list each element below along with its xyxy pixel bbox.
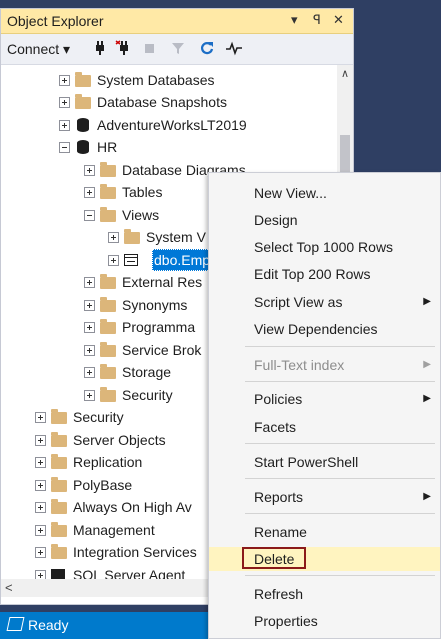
connect-button[interactable]: Connect ▾	[7, 41, 70, 58]
expand-icon[interactable]	[84, 390, 95, 401]
dropdown-icon[interactable]: ▾	[291, 12, 298, 28]
menu-item-new-view[interactable]: New View...	[209, 181, 440, 205]
context-menu: New View... Design Select Top 1000 Rows …	[208, 172, 441, 639]
stop-icon	[145, 44, 154, 53]
expand-icon[interactable]	[35, 435, 46, 446]
folder-icon	[51, 477, 67, 493]
explorer-toolbar: Connect ▾	[1, 34, 353, 65]
expand-icon[interactable]	[35, 547, 46, 558]
disconnect-icon[interactable]	[115, 40, 133, 56]
folder-icon	[51, 544, 67, 560]
expand-icon[interactable]	[108, 232, 119, 243]
submenu-arrow-icon: ▶	[423, 491, 431, 502]
menu-item-edit-top-200[interactable]: Edit Top 200 Rows	[209, 262, 440, 286]
folder-icon	[51, 499, 67, 515]
collapse-icon[interactable]	[84, 210, 95, 221]
expand-icon[interactable]	[35, 525, 46, 536]
folder-icon	[51, 522, 67, 538]
folder-icon	[100, 297, 116, 313]
expand-icon[interactable]	[84, 345, 95, 356]
expand-icon[interactable]	[59, 75, 70, 86]
submenu-arrow-icon: ▶	[423, 296, 431, 307]
menu-item-rename[interactable]: Rename	[209, 520, 440, 544]
folder-icon	[100, 319, 116, 335]
plug-icon[interactable]	[93, 40, 107, 56]
menu-separator	[245, 575, 435, 576]
close-icon[interactable]: ✕	[333, 12, 344, 28]
expand-icon[interactable]	[35, 570, 46, 579]
folder-icon	[100, 184, 116, 200]
expand-icon[interactable]	[59, 120, 70, 131]
submenu-arrow-icon: ▶	[423, 359, 431, 370]
menu-item-view-dependencies[interactable]: View Dependencies	[209, 317, 440, 341]
menu-item-policies[interactable]: Policies ▶	[209, 387, 440, 411]
folder-icon	[100, 342, 116, 358]
submenu-arrow-icon: ▶	[423, 393, 431, 404]
window-icon	[6, 617, 25, 631]
filter-icon	[172, 43, 184, 54]
folder-icon	[51, 432, 67, 448]
menu-item-script-view-as[interactable]: Script View as ▶	[209, 290, 440, 314]
folder-icon	[100, 387, 116, 403]
expand-icon[interactable]	[35, 412, 46, 423]
menu-item-select-top-1000[interactable]: Select Top 1000 Rows	[209, 235, 440, 259]
menu-item-facets[interactable]: Facets	[209, 415, 440, 439]
panel-title: Object Explorer	[7, 13, 104, 29]
status-text: Ready	[28, 617, 69, 633]
scroll-left-icon[interactable]: <	[5, 580, 13, 595]
menu-item-reports[interactable]: Reports ▶	[209, 485, 440, 509]
menu-item-properties[interactable]: Properties	[209, 609, 440, 633]
agent-icon	[51, 567, 67, 579]
menu-separator	[245, 381, 435, 382]
folder-icon	[75, 94, 91, 110]
expand-icon[interactable]	[35, 480, 46, 491]
expand-icon[interactable]	[35, 502, 46, 513]
expand-icon[interactable]	[84, 367, 95, 378]
scroll-up-icon[interactable]: ∧	[341, 67, 349, 80]
menu-separator	[245, 478, 435, 479]
database-icon	[75, 117, 91, 133]
refresh-icon[interactable]	[199, 40, 215, 56]
folder-icon	[100, 162, 116, 178]
folder-icon	[100, 274, 116, 290]
menu-item-start-powershell[interactable]: Start PowerShell	[209, 450, 440, 474]
activity-icon[interactable]	[225, 40, 243, 56]
collapse-icon[interactable]	[59, 142, 70, 153]
expand-icon[interactable]	[59, 97, 70, 108]
expand-icon[interactable]	[84, 187, 95, 198]
expand-icon[interactable]	[84, 322, 95, 333]
expand-icon[interactable]	[84, 277, 95, 288]
pin-icon[interactable]: ꟼ	[313, 12, 321, 28]
expand-icon[interactable]	[84, 165, 95, 176]
folder-icon	[75, 72, 91, 88]
panel-title-bar: Object Explorer ▾ ꟼ ✕	[1, 9, 353, 34]
folder-icon	[100, 207, 116, 223]
menu-item-full-text-index: Full-Text index ▶	[209, 353, 440, 377]
database-icon	[75, 139, 91, 155]
folder-icon	[51, 409, 67, 425]
menu-item-delete[interactable]: Delete	[209, 547, 440, 571]
menu-separator	[245, 513, 435, 514]
folder-icon	[124, 229, 140, 245]
menu-item-design[interactable]: Design	[209, 208, 440, 232]
view-icon	[124, 252, 140, 268]
expand-icon[interactable]	[108, 255, 119, 266]
folder-icon	[51, 454, 67, 470]
expand-icon[interactable]	[35, 457, 46, 468]
folder-icon	[100, 364, 116, 380]
menu-separator	[245, 443, 435, 444]
menu-separator	[245, 346, 435, 347]
expand-icon[interactable]	[84, 300, 95, 311]
menu-item-refresh[interactable]: Refresh	[209, 582, 440, 606]
